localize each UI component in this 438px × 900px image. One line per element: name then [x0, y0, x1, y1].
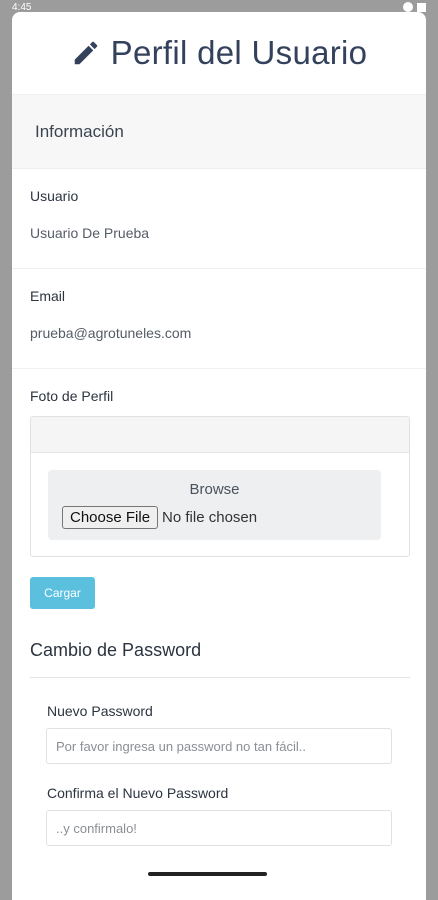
- battery-icon: [417, 2, 426, 12]
- email-value: prueba@agrotuneles.com: [30, 325, 192, 341]
- browse-dropzone[interactable]: Browse Choose File No file chosen: [48, 470, 381, 540]
- home-indicator[interactable]: [148, 872, 267, 876]
- photo-field: Foto de Perfil Browse Choose File No fil…: [12, 369, 426, 557]
- photo-label: Foto de Perfil: [30, 388, 114, 404]
- password-section-title: Cambio de Password: [30, 640, 410, 678]
- new-password-input[interactable]: [46, 728, 392, 764]
- usuario-label: Usuario: [30, 188, 79, 204]
- page-header: Perfil del Usuario: [12, 12, 426, 95]
- profile-sheet: Perfil del Usuario Información Usuario U…: [12, 12, 426, 900]
- usuario-field: Usuario Usuario De Prueba: [12, 169, 426, 269]
- cargar-button[interactable]: Cargar: [30, 577, 95, 609]
- info-card-title: Información: [35, 121, 124, 141]
- info-card-header: Información: [12, 95, 426, 169]
- no-file-text: No file chosen: [162, 509, 258, 526]
- choose-file-button[interactable]: Choose File: [62, 506, 159, 529]
- status-icons: [403, 2, 426, 12]
- pencil-icon: [74, 41, 97, 65]
- browse-label: Browse: [189, 481, 240, 498]
- photo-upload-box: Browse Choose File No file chosen: [30, 416, 410, 557]
- new-password-label: Nuevo Password: [47, 703, 153, 719]
- page-title: Perfil del Usuario: [110, 34, 368, 71]
- usuario-value: Usuario De Prueba: [30, 225, 150, 241]
- confirm-password-label: Confirma el Nuevo Password: [47, 785, 229, 801]
- confirm-password-input[interactable]: [46, 810, 392, 846]
- file-input-row: Choose File No file chosen: [48, 506, 381, 529]
- email-field: Email prueba@agrotuneles.com: [12, 269, 426, 369]
- wifi-icon: [403, 2, 413, 12]
- status-time: 4:45: [12, 1, 32, 13]
- email-label: Email: [30, 288, 66, 304]
- upload-preview-bar: [31, 417, 409, 453]
